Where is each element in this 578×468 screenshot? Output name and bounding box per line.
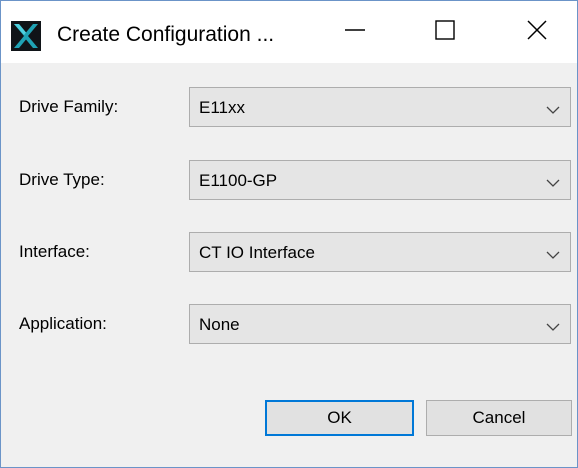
drive-family-value: E11xx bbox=[199, 98, 245, 117]
application-select[interactable]: None bbox=[189, 304, 571, 344]
chevron-down-icon bbox=[546, 175, 560, 187]
drive-type-select[interactable]: E1100-GP bbox=[189, 160, 571, 200]
interface-label: Interface: bbox=[19, 242, 90, 261]
drive-family-label: Drive Family: bbox=[19, 97, 119, 116]
maximize-button[interactable] bbox=[413, 1, 477, 63]
title-bar[interactable]: Create Configuration ... bbox=[1, 1, 577, 63]
minimize-icon bbox=[344, 19, 366, 46]
chevron-down-icon bbox=[546, 247, 560, 259]
interface-select[interactable]: CT IO Interface bbox=[189, 232, 571, 272]
window-title: Create Configuration ... bbox=[57, 23, 275, 46]
drive-type-value: E1100-GP bbox=[199, 171, 278, 190]
chevron-down-icon bbox=[546, 102, 560, 114]
chevron-down-icon bbox=[546, 319, 560, 331]
application-label: Application: bbox=[19, 314, 107, 333]
interface-value: CT IO Interface bbox=[199, 243, 315, 262]
minimize-button[interactable] bbox=[323, 1, 387, 63]
cancel-button[interactable]: Cancel bbox=[426, 400, 572, 436]
application-value: None bbox=[199, 315, 240, 334]
ok-button[interactable]: OK bbox=[265, 400, 414, 436]
close-icon bbox=[526, 19, 548, 46]
maximize-icon bbox=[434, 19, 456, 46]
drive-family-select[interactable]: E11xx bbox=[189, 87, 571, 127]
drive-type-label: Drive Type: bbox=[19, 170, 105, 189]
app-x-logo-icon bbox=[11, 21, 41, 51]
create-configuration-dialog: Create Configuration ... Drive Family: E… bbox=[0, 0, 578, 468]
close-button[interactable] bbox=[505, 1, 569, 63]
